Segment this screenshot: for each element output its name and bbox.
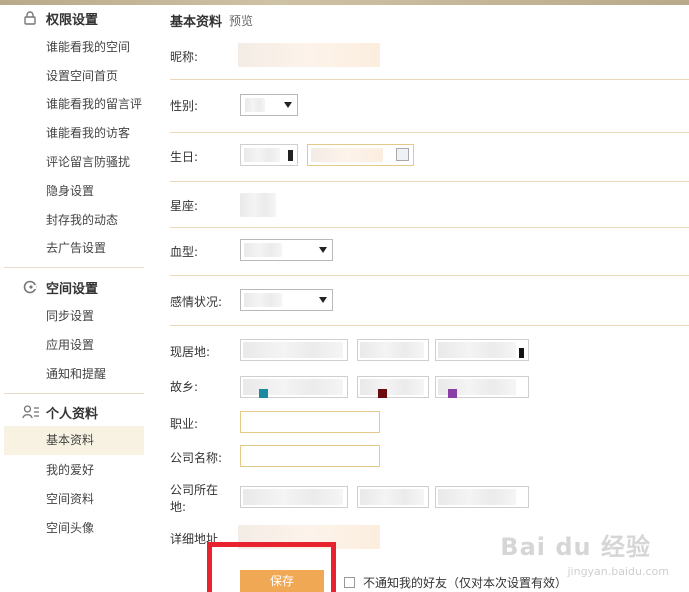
residence-district-blurred <box>438 342 516 358</box>
baidu-watermark: Bai du 经验 <box>500 533 651 561</box>
sidebar-item-who-can-see-comments[interactable]: 谁能看我的留言评 <box>46 94 142 114</box>
hometown-province-dot <box>259 389 268 398</box>
residence-province-blurred <box>243 342 343 358</box>
sidebar-item-archive-feed[interactable]: 封存我的动态 <box>46 210 118 230</box>
sidebar-item-who-can-see-space[interactable]: 谁能看我的空间 <box>46 37 130 57</box>
chevron-down-icon <box>319 247 327 253</box>
sidebar-item-space-info[interactable]: 空间资料 <box>46 489 94 509</box>
hometown-city-blurred <box>360 379 424 395</box>
residence-province-select[interactable] <box>240 339 348 361</box>
sidebar-section-title: 个人资料 <box>46 406 99 422</box>
lock-icon <box>22 10 38 26</box>
row-divider <box>170 227 689 228</box>
sidebar-item-space-homepage[interactable]: 设置空间首页 <box>46 66 118 86</box>
row-divider <box>170 275 689 276</box>
profile-icon <box>22 404 39 420</box>
sidebar-divider <box>4 267 144 268</box>
blood-label: 血型: <box>170 245 199 259</box>
company-city-select[interactable] <box>357 486 429 508</box>
sidebar-item-space-avatar[interactable]: 空间头像 <box>46 518 94 538</box>
hometown-district-dot <box>448 389 457 398</box>
district-marker <box>519 348 524 358</box>
nickname-value-blurred <box>238 43 380 67</box>
row-divider <box>170 181 689 182</box>
sidebar-item-ad-settings[interactable]: 去广告设置 <box>46 238 106 258</box>
sidebar-item-app-settings[interactable]: 应用设置 <box>46 335 94 355</box>
birthday-date-blurred <box>311 148 383 162</box>
sidebar-item-who-can-see-visitors[interactable]: 谁能看我的访客 <box>46 123 130 143</box>
hometown-label: 故乡: <box>170 380 199 394</box>
hometown-province-blurred <box>243 379 343 395</box>
chevron-down-icon <box>284 102 292 108</box>
sidebar-divider <box>4 393 144 394</box>
row-divider <box>170 325 689 326</box>
gender-select[interactable] <box>240 94 298 116</box>
sidebar-item-hobbies[interactable]: 我的爱好 <box>46 460 94 480</box>
calendar-icon[interactable] <box>396 148 409 161</box>
relationship-label: 感情状况: <box>170 295 223 309</box>
tab-preview[interactable]: 预览 <box>229 12 253 29</box>
relationship-value-blurred <box>244 293 282 307</box>
sidebar-item-sync[interactable]: 同步设置 <box>46 306 94 326</box>
sidebar-section-profile[interactable]: 个人资料 <box>22 402 98 422</box>
sidebar-section-space-settings[interactable]: 空间设置 <box>22 277 98 297</box>
residence-city-blurred <box>360 342 424 358</box>
residence-label: 现居地: <box>170 345 211 359</box>
row-divider <box>170 79 689 80</box>
notify-friends-checkbox[interactable] <box>344 577 355 588</box>
baidu-watermark-url: jingyan.baidu.com <box>567 565 669 578</box>
row-divider <box>170 132 689 133</box>
tab-basic-info[interactable]: 基本资料 <box>170 11 222 30</box>
hometown-province-select[interactable] <box>240 376 348 398</box>
birthday-date-input[interactable] <box>307 144 414 166</box>
settings-icon <box>22 279 38 295</box>
sidebar-item-notifications[interactable]: 通知和提醒 <box>46 364 106 384</box>
hometown-city-dot <box>378 389 387 398</box>
company-province-select[interactable] <box>240 486 348 508</box>
sidebar-section-title: 权限设置 <box>46 12 99 28</box>
notify-friends-label: 不通知我的好友（仅对本次设置有效） <box>363 576 568 590</box>
save-button[interactable]: 保存 <box>240 570 324 592</box>
sidebar: 权限设置 谁能看我的空间 设置空间首页 谁能看我的留言评 谁能看我的访客 评论留… <box>0 5 150 592</box>
hometown-city-select[interactable] <box>357 376 429 398</box>
birthday-year-blurred <box>244 148 280 162</box>
company-city-blurred <box>360 489 424 505</box>
blood-value-blurred <box>244 243 282 257</box>
job-label: 职业: <box>170 417 199 431</box>
residence-city-select[interactable] <box>357 339 429 361</box>
company-address-label: 公司所在地: <box>170 483 219 514</box>
birthday-year-select[interactable] <box>240 144 298 166</box>
chevron-down-icon <box>319 297 327 303</box>
company-label: 公司名称: <box>170 451 223 465</box>
hometown-district-select[interactable] <box>435 376 529 398</box>
job-input[interactable] <box>240 411 380 433</box>
gender-value-blurred <box>245 98 265 112</box>
residence-district-select[interactable] <box>435 339 529 361</box>
company-province-blurred <box>243 489 343 505</box>
birthday-label: 生日: <box>170 150 199 164</box>
sidebar-item-basic-info[interactable]: 基本资料 <box>4 426 144 455</box>
relationship-select[interactable] <box>240 289 333 311</box>
year-marker <box>288 150 293 161</box>
nickname-label: 昵称: <box>170 50 199 64</box>
sidebar-item-anti-harassment[interactable]: 评论留言防骚扰 <box>46 152 130 172</box>
blood-select[interactable] <box>240 239 333 261</box>
constellation-value-blurred <box>240 193 276 217</box>
company-input[interactable] <box>240 445 380 467</box>
constellation-label: 星座: <box>170 199 199 213</box>
main-panel: 基本资料 预览 昵称: 性别: 生日: 星座: 血型: 感情状况: 现居地: 故… <box>150 5 689 592</box>
company-district-select[interactable] <box>435 486 529 508</box>
gender-label: 性别: <box>170 99 199 113</box>
sidebar-item-invisible[interactable]: 隐身设置 <box>46 181 94 201</box>
sidebar-section-title: 空间设置 <box>46 281 99 297</box>
company-district-blurred <box>438 489 516 505</box>
notify-friends-option[interactable]: 不通知我的好友（仅对本次设置有效） <box>344 574 567 591</box>
sidebar-section-permissions[interactable]: 权限设置 <box>22 8 98 28</box>
